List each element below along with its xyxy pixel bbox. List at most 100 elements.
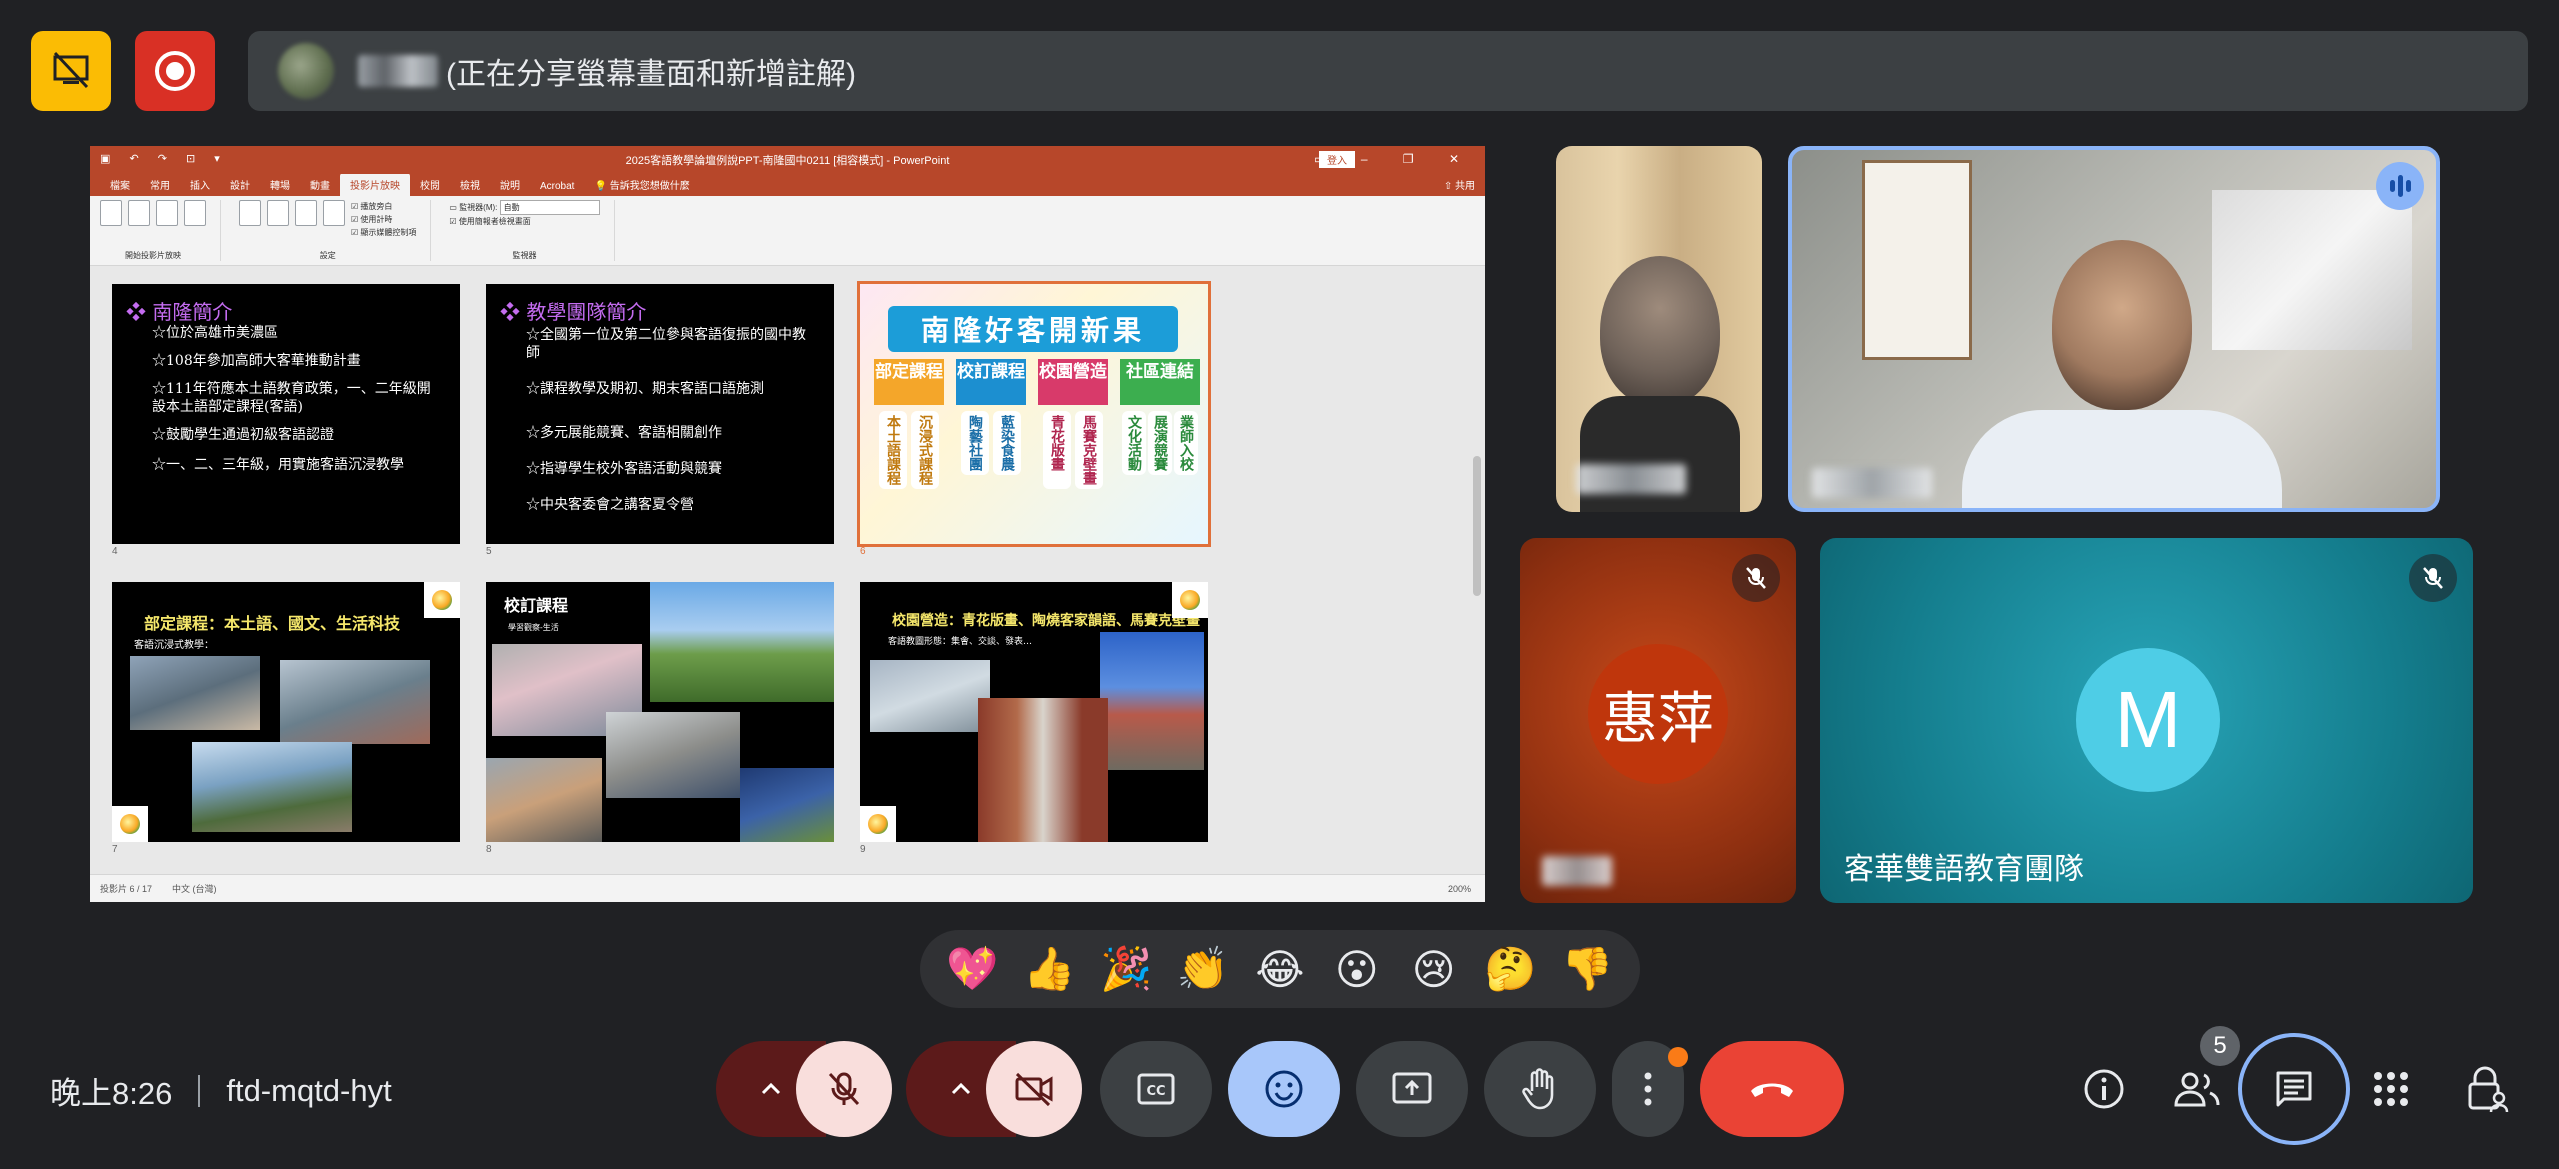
from-beginning-icon[interactable] (100, 200, 122, 226)
tab-file[interactable]: 檔案 (100, 173, 140, 196)
participant-tile[interactable] (1556, 146, 1762, 512)
mic-toggle-button[interactable] (796, 1041, 892, 1137)
poster-column: 校訂課程 陶藝社團 藍染食農 (956, 359, 1026, 529)
reaction-laugh[interactable]: 😂 (1248, 945, 1312, 994)
tab-design[interactable]: 設計 (220, 173, 260, 196)
share-button[interactable]: ⇧ 共用 (1434, 173, 1485, 196)
tab-view[interactable]: 檢視 (450, 173, 490, 196)
recording-button[interactable] (135, 31, 215, 111)
mural-photo (870, 660, 990, 732)
slide-heading: ❖ 南隆簡介 (126, 300, 233, 324)
slide-thumbnail-8[interactable]: 校訂課程 學習觀察-生活 (486, 582, 834, 842)
activities-button[interactable] (2362, 1060, 2420, 1118)
captions-button[interactable]: CC (1100, 1041, 1212, 1137)
presenting-status-text: (正在分享螢幕畫面和新增註解) (446, 58, 856, 91)
people-button[interactable] (2168, 1060, 2226, 1118)
window-controls[interactable]: ▭ – ❐ ✕ (1314, 152, 1475, 166)
check-timings-label: 使用計時 (360, 215, 393, 224)
slide-sorter-view: ❖ 南隆簡介 ☆位於高雄市美濃區 ☆108年參加高師大客華推動計畫 ☆111年符… (90, 266, 1485, 874)
vertical-scrollbar[interactable] (1473, 396, 1481, 836)
hide-slide-icon[interactable] (267, 200, 289, 226)
reaction-surprised[interactable]: 😮 (1325, 945, 1389, 994)
meeting-details-button[interactable] (2075, 1060, 2133, 1118)
host-controls-button[interactable] (2458, 1060, 2516, 1118)
divider (198, 1074, 201, 1107)
indigo-dye-photo (740, 768, 834, 842)
tell-me-search[interactable]: 💡 告訴我您想做什麼 (584, 173, 699, 196)
participant-video (1580, 396, 1740, 512)
poster-item: 沉浸式課程 (911, 411, 939, 489)
people-count-badge: 5 (2200, 1026, 2240, 1066)
info-icon (2084, 1069, 2124, 1109)
record-show-icon[interactable] (323, 200, 345, 226)
tell-me-text: 告訴我您想做什麼 (609, 181, 690, 192)
tab-insert[interactable]: 插入 (180, 173, 220, 196)
tab-transitions[interactable]: 轉場 (260, 173, 300, 196)
mic-off-icon (1732, 554, 1780, 602)
slide-thumbnail-4[interactable]: ❖ 南隆簡介 ☆位於高雄市美濃區 ☆108年參加高師大客華推動計畫 ☆111年符… (112, 284, 460, 544)
reactions-bar: 💖 👍 🎉 👏 😂 😮 😢 🤔 👎 (920, 930, 1640, 1008)
meeting-code[interactable]: ftd-mqtd-hyt (226, 1073, 391, 1109)
meeting-info: 晚上8:26 ftd-mqtd-hyt (50, 1068, 392, 1113)
reaction-thumbs-down[interactable]: 👎 (1555, 944, 1619, 994)
tab-help[interactable]: 說明 (490, 173, 530, 196)
setup-show-icon[interactable] (239, 200, 261, 226)
participant-tile-active-speaker[interactable] (1788, 146, 2440, 512)
slide-text-line: ☆中央客委會之講客夏令營 (526, 497, 694, 513)
slide-thumbnail-5[interactable]: ❖ 教學團隊簡介 ☆全國第一位及第二位參與客語復振的國中教師 ☆課程教學及期初、… (486, 284, 834, 544)
reaction-party[interactable]: 🎉 (1094, 944, 1158, 994)
captions-off-button[interactable] (31, 31, 111, 111)
slide-text-line: ☆111年符應本土語教育政策，一、二年級開設本土語部定課程(客語) (152, 381, 431, 415)
scrollbar-thumb[interactable] (1473, 456, 1481, 596)
participant-name-blurred (1542, 856, 1612, 886)
participant-tile[interactable]: M 客華雙語教育團隊 (1820, 538, 2473, 903)
crafts-photo (606, 712, 740, 798)
reaction-crying[interactable]: 😢 (1402, 945, 1466, 994)
slide-thumbnail-7[interactable]: 部定課程：本土語、國文、生活科技 客語沉浸式教學： (112, 582, 460, 842)
check-media[interactable]: ☑ 顯示媒體控制項 (351, 226, 416, 239)
rehearse-icon[interactable] (295, 200, 317, 226)
quick-access-toolbar[interactable]: ▣ ↶ ↷ ⊡ ▾ (100, 152, 228, 165)
slide-subtitle: 學習觀察-生活 (508, 623, 559, 632)
raise-hand-button[interactable] (1484, 1041, 1596, 1137)
participant-tile[interactable]: 惠萍 (1520, 538, 1796, 903)
record-icon (155, 51, 195, 91)
tab-acrobat[interactable]: Acrobat (530, 177, 584, 196)
monitor-select[interactable]: ▭ 監視器(M): 自動 (449, 200, 600, 215)
shared-screen-powerpoint[interactable]: ▣ ↶ ↷ ⊡ ▾ 2025客語教學論壇例說PPT-南隆國中0211 [相容模式… (90, 146, 1485, 902)
reactions-button[interactable] (1228, 1041, 1340, 1137)
poster-column-head: 校園營造 (1038, 359, 1108, 405)
chevron-up-icon (951, 1082, 971, 1095)
participant-avatar: 惠萍 (1588, 644, 1728, 784)
slide-thumbnail-9[interactable]: 校園營造：青花版畫、陶燒客家韻語、馬賽克壁畫 客語教圖形態：集會、交談、發表… (860, 582, 1208, 842)
notice-board (2212, 190, 2412, 350)
slide-counter: 投影片 6 / 17 (100, 884, 153, 894)
calligraphy-scroll (1862, 160, 1972, 360)
leave-call-button[interactable] (1700, 1041, 1844, 1137)
chat-button[interactable] (2238, 1033, 2350, 1145)
camera-toggle-button[interactable] (986, 1041, 1082, 1137)
more-options-button[interactable] (1612, 1041, 1688, 1137)
zoom-level[interactable]: 200% (1448, 884, 1485, 894)
check-timings[interactable]: ☑ 使用計時 (351, 213, 416, 226)
reaction-sparkling-heart[interactable]: 💖 (940, 944, 1004, 994)
language-indicator: 中文 (台灣) (172, 884, 217, 894)
tab-home[interactable]: 常用 (140, 173, 180, 196)
present-screen-button[interactable] (1356, 1041, 1468, 1137)
presenter-view-label: 使用簡報者檢視畫面 (458, 217, 531, 226)
check-narration[interactable]: ☑ 播放旁白 (351, 200, 416, 213)
from-current-icon[interactable] (128, 200, 150, 226)
tab-animations[interactable]: 動畫 (300, 173, 340, 196)
present-online-icon[interactable] (156, 200, 178, 226)
monitor-value[interactable]: 自動 (499, 200, 600, 215)
reaction-clap[interactable]: 👏 (1171, 944, 1235, 994)
check-presenter-view[interactable]: ☑ 使用簡報者檢視畫面 (449, 215, 599, 228)
tab-slideshow[interactable]: 投影片放映 (340, 173, 410, 196)
poster-item: 本土語課程 (879, 411, 907, 489)
tab-review[interactable]: 校閱 (410, 173, 450, 196)
custom-show-icon[interactable] (184, 200, 206, 226)
slide-heading: ❖ 教學團隊簡介 (500, 300, 647, 324)
slide-thumbnail-6-selected[interactable]: 南隆好客開新果 部定課程 本土語課程 沉浸式課程 校訂課程 陶藝社團 藍染食農 (857, 281, 1211, 547)
reaction-thinking[interactable]: 🤔 (1479, 944, 1543, 994)
reaction-thumbs-up[interactable]: 👍 (1017, 944, 1081, 994)
